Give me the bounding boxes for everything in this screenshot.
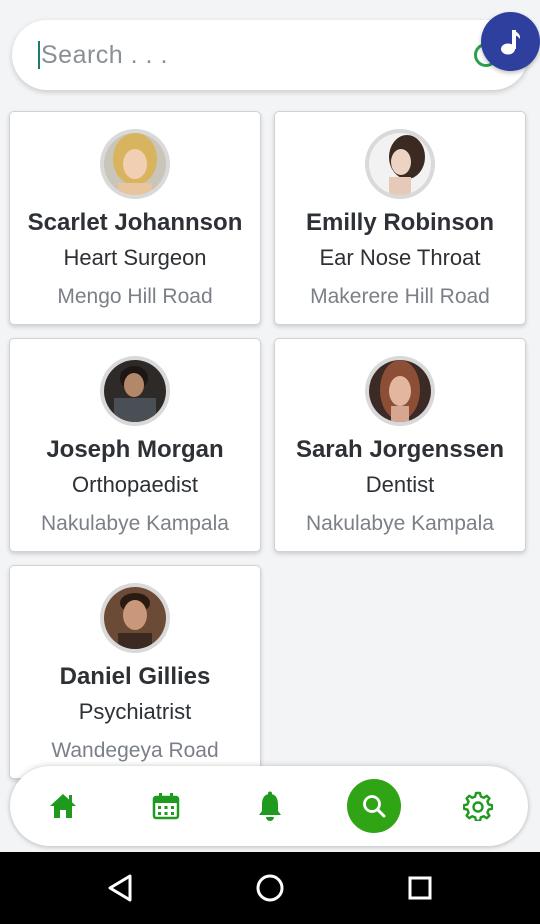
back-icon	[108, 874, 132, 902]
doctor-name: Daniel Gillies	[59, 663, 211, 690]
system-recents-button[interactable]	[400, 868, 440, 908]
doctor-card[interactable]: Joseph Morgan Orthopaedist Nakulabye Kam…	[9, 338, 261, 552]
doctor-location: Nakulabye Kampala	[306, 512, 494, 535]
doctor-card[interactable]: Sarah Jorgenssen Dentist Nakulabye Kampa…	[274, 338, 526, 552]
avatar	[365, 129, 435, 199]
doctor-location: Mengo Hill Road	[57, 285, 213, 308]
bottom-navigation	[10, 766, 528, 846]
avatar	[100, 356, 170, 426]
nav-calendar[interactable]	[140, 780, 192, 832]
system-back-button[interactable]	[100, 868, 140, 908]
calendar-icon	[152, 793, 180, 820]
text-caret	[38, 41, 40, 69]
doctor-name: Scarlet Johannson	[27, 209, 243, 236]
doctor-card[interactable]: Scarlet Johannson Heart Surgeon Mengo Hi…	[9, 111, 261, 325]
search-icon	[363, 795, 386, 818]
home-icon	[50, 794, 76, 818]
doctor-specialty: Orthopaedist	[72, 472, 198, 497]
bell-icon	[259, 791, 281, 821]
doctor-name: Emilly Robinson	[305, 209, 494, 236]
nav-home[interactable]	[37, 780, 89, 832]
avatar	[100, 583, 170, 653]
nav-settings[interactable]	[452, 780, 504, 832]
gear-icon	[463, 791, 493, 821]
doctor-specialty: Ear Nose Throat	[319, 245, 481, 270]
system-navigation-bar	[0, 852, 540, 924]
home-circle-icon	[256, 874, 284, 902]
search-input[interactable]: Search . . .	[41, 41, 168, 70]
doctor-name: Joseph Morgan	[46, 436, 224, 463]
avatar	[100, 129, 170, 199]
doctor-specialty: Heart Surgeon	[63, 245, 207, 270]
doctor-card[interactable]: Emilly Robinson Ear Nose Throat Makerere…	[274, 111, 526, 325]
system-home-button[interactable]	[250, 868, 290, 908]
music-note-icon	[500, 29, 520, 54]
avatar	[365, 356, 435, 426]
music-button[interactable]	[481, 12, 540, 71]
doctor-location: Makerere Hill Road	[310, 285, 490, 308]
doctor-specialty: Dentist	[365, 472, 435, 497]
doctor-specialty: Psychiatrist	[78, 699, 192, 724]
search-bar[interactable]: Search . . .	[12, 20, 528, 90]
nav-search[interactable]	[347, 779, 401, 833]
doctor-name: Sarah Jorgenssen	[295, 436, 505, 463]
recents-icon	[408, 876, 432, 900]
nav-notifications[interactable]	[244, 780, 296, 832]
doctor-card[interactable]: Daniel Gillies Psychiatrist Wandegeya Ro…	[9, 565, 261, 779]
doctor-location: Wandegeya Road	[51, 739, 219, 762]
doctor-location: Nakulabye Kampala	[41, 512, 229, 535]
